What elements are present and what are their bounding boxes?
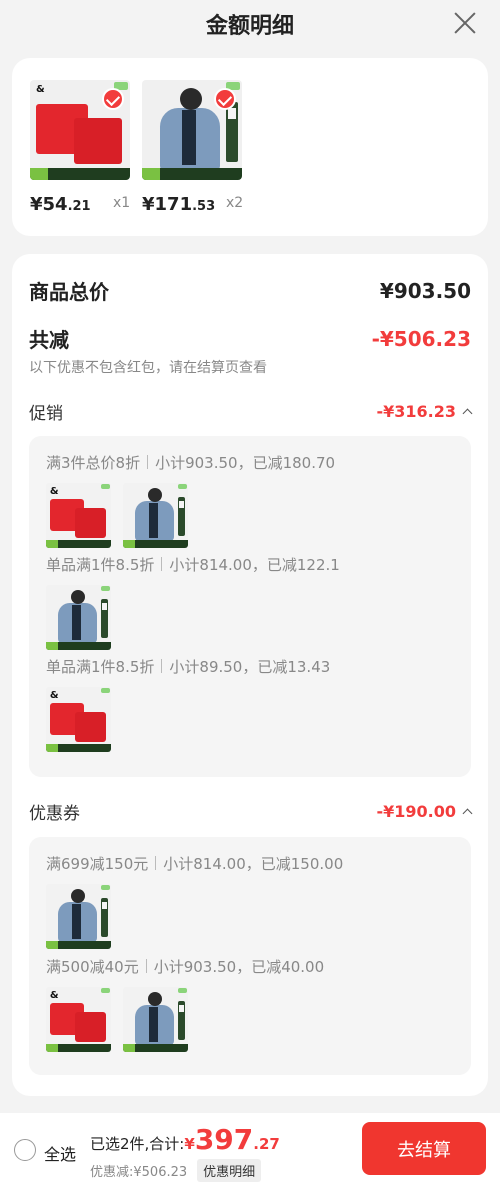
reduce-row: 共减 -¥506.23 bbox=[29, 324, 471, 353]
product-thumbnail bbox=[46, 585, 111, 650]
close-icon[interactable] bbox=[452, 10, 478, 36]
promo-detail-box: 满3件总价8折 小计903.50，已减180.70 & 单品满1件8.5折 小计81… bbox=[29, 436, 471, 777]
promo-rule: 单品满1件8.5折 小计814.00，已减122.1 bbox=[46, 556, 340, 574]
product-thumbnail: & bbox=[46, 687, 111, 752]
product-quantity: x2 bbox=[226, 195, 244, 211]
brand-logo-icon: & bbox=[36, 84, 45, 95]
discount-summary: 优惠减:¥506.23 优惠明细 bbox=[90, 1159, 262, 1182]
select-all-radio[interactable] bbox=[14, 1139, 36, 1161]
coupon-value: -¥190.00 bbox=[376, 802, 473, 821]
header: 金额明细 bbox=[0, 0, 500, 48]
product-thumbnail bbox=[123, 483, 188, 548]
selected-products-card: & ¥54.21 x1 ¥171.53 x2 bbox=[12, 58, 488, 236]
reduce-label: 共减 bbox=[29, 328, 69, 352]
coupon-rule: 满500减40元 小计903.50，已减40.00 bbox=[46, 958, 325, 976]
product-quantity: x1 bbox=[113, 195, 131, 211]
coupon-header[interactable]: 优惠券 -¥190.00 bbox=[29, 799, 473, 824]
selected-count-text: 已选2件,合计: bbox=[90, 1135, 185, 1153]
chevron-up-icon[interactable] bbox=[462, 808, 473, 819]
promo-value: -¥316.23 bbox=[376, 402, 473, 421]
checkout-bar: 全选 已选2件,合计: ¥ 397 .27 优惠减:¥506.23 优惠明细 去… bbox=[0, 1113, 500, 1191]
selected-check-icon[interactable] bbox=[214, 88, 236, 110]
discount-detail-button[interactable]: 优惠明细 bbox=[197, 1159, 262, 1182]
discount-text: 优惠减:¥506.23 bbox=[90, 1165, 188, 1180]
chevron-up-icon[interactable] bbox=[462, 408, 473, 419]
price-breakdown-card: 商品总价 ¥903.50 共减 -¥506.23 以下优惠不包含红包，请在结算页… bbox=[12, 254, 488, 1096]
promo-rule: 单品满1件8.5折 小计89.50，已减13.43 bbox=[46, 658, 331, 676]
promo-header[interactable]: 促销 -¥316.23 bbox=[29, 399, 473, 424]
coupon-label: 优惠券 bbox=[29, 804, 80, 824]
total-value: ¥903.50 bbox=[379, 278, 471, 303]
product-thumbnail: & bbox=[46, 483, 111, 548]
product-thumbnail: & bbox=[46, 987, 111, 1052]
product-image bbox=[142, 80, 242, 180]
promo-label: 促销 bbox=[29, 404, 63, 424]
promo-rule: 满3件总价8折 小计903.50，已减180.70 bbox=[46, 454, 336, 472]
total-summary: 已选2件,合计: ¥ 397 .27 bbox=[90, 1123, 280, 1156]
total-amount: 397 bbox=[194, 1123, 254, 1156]
coupon-detail-box: 满699减150元 小计814.00，已减150.00 满500减40元 小计903… bbox=[29, 837, 471, 1075]
product-thumbnail bbox=[123, 987, 188, 1052]
currency-symbol: ¥ bbox=[184, 1135, 195, 1153]
product-item[interactable]: & ¥54.21 x1 bbox=[30, 80, 132, 215]
total-row: 商品总价 ¥903.50 bbox=[29, 276, 471, 305]
page-title: 金额明细 bbox=[205, 14, 294, 39]
reduce-value: -¥506.23 bbox=[371, 326, 471, 351]
select-all-label[interactable]: 全选 bbox=[44, 1141, 76, 1165]
total-amount-decimal: .27 bbox=[253, 1135, 280, 1153]
coupon-rule: 满699减150元 小计814.00，已减150.00 bbox=[46, 855, 344, 873]
product-item[interactable]: ¥171.53 x2 bbox=[142, 80, 244, 215]
checkout-button[interactable]: 去结算 bbox=[362, 1122, 486, 1175]
total-label: 商品总价 bbox=[29, 280, 109, 304]
selected-check-icon[interactable] bbox=[102, 88, 124, 110]
discount-note: 以下优惠不包含红包，请在结算页查看 bbox=[29, 360, 267, 376]
product-thumbnail bbox=[46, 884, 111, 949]
product-image: & bbox=[30, 80, 130, 180]
